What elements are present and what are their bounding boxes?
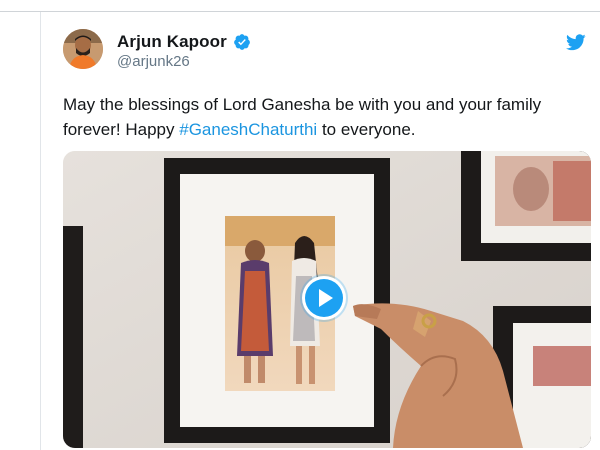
hashtag-link[interactable]: #GaneshChaturthi <box>179 120 317 139</box>
embedded-tweet-view: Arjun Kapoor @arjunk26 May the blessings… <box>0 0 600 450</box>
video-thumbnail[interactable] <box>63 151 591 448</box>
tweet-text: May the blessings of Lord Ganesha be wit… <box>63 92 593 142</box>
tweet-card[interactable]: Arjun Kapoor @arjunk26 May the blessings… <box>40 12 600 450</box>
author-name[interactable]: Arjun Kapoor <box>117 32 227 52</box>
tweet-text-part: to everyone. <box>317 120 416 139</box>
tweet-author[interactable]: Arjun Kapoor @arjunk26 <box>117 32 251 70</box>
avatar[interactable] <box>63 29 103 69</box>
play-button[interactable] <box>302 276 346 320</box>
author-handle[interactable]: @arjunk26 <box>117 53 251 70</box>
verified-badge-icon <box>233 34 250 50</box>
play-icon <box>305 279 343 317</box>
twitter-bird-icon[interactable] <box>566 34 586 51</box>
